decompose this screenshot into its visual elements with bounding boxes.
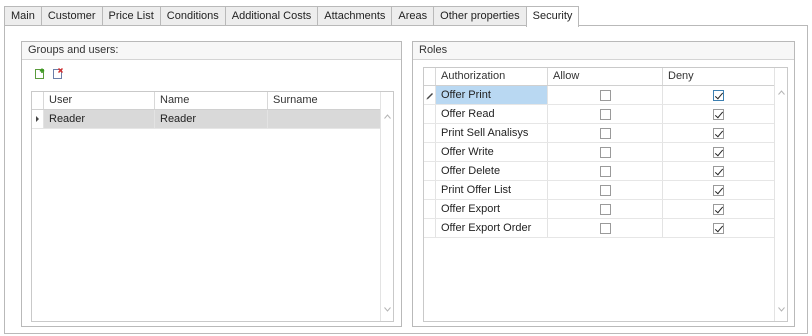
cell-authorization[interactable]: Offer Read	[436, 105, 548, 123]
deny-checkbox[interactable]	[713, 222, 724, 234]
roles-grid-body: Offer Print Offer Read Print Sell Analisys…	[424, 86, 787, 238]
deny-checkbox[interactable]	[713, 146, 724, 158]
row-indicator	[424, 219, 436, 237]
column-header-name[interactable]: Name	[155, 92, 268, 109]
allow-checkbox[interactable]	[599, 108, 611, 120]
deny-checkbox[interactable]	[713, 203, 724, 215]
tab-security[interactable]: Security	[525, 6, 580, 27]
allow-checkbox[interactable]	[599, 165, 611, 177]
cell-allow	[548, 124, 663, 142]
tab-strip: Main Customer Price List Conditions Addi…	[4, 6, 580, 27]
roles-scrollbar[interactable]	[774, 68, 787, 321]
cell-authorization[interactable]: Offer Export Order	[436, 219, 548, 237]
cell-allow	[548, 162, 663, 180]
table-row[interactable]: Offer Delete	[424, 162, 787, 181]
table-row[interactable]: Reader Reader	[32, 110, 393, 129]
tab-price-list[interactable]: Price List	[101, 6, 160, 26]
scroll-up-icon[interactable]	[778, 89, 785, 96]
row-pointer-icon	[36, 116, 39, 122]
row-indicator	[424, 124, 436, 142]
cell-allow	[548, 143, 663, 161]
users-scrollbar[interactable]	[380, 92, 393, 321]
add-group-icon[interactable]	[34, 68, 46, 80]
deny-checkbox[interactable]	[713, 89, 724, 101]
deny-checkbox[interactable]	[713, 108, 724, 120]
scroll-down-icon[interactable]	[384, 306, 391, 313]
groups-panel-title: Groups and users:	[22, 42, 401, 60]
row-indicator	[424, 162, 436, 180]
cell-deny	[663, 124, 775, 142]
cell-allow	[548, 200, 663, 218]
allow-checkbox[interactable]	[599, 184, 611, 196]
cell-deny	[663, 143, 775, 161]
roles-panel: Roles Authorization Allow Deny Offer Pri…	[412, 41, 795, 327]
cell-authorization[interactable]: Offer Export	[436, 200, 548, 218]
row-indicator	[424, 200, 436, 218]
allow-checkbox[interactable]	[599, 89, 611, 101]
cell-authorization[interactable]: Offer Print	[436, 86, 548, 104]
tab-areas[interactable]: Areas	[391, 6, 434, 26]
table-row[interactable]: Print Offer List	[424, 181, 787, 200]
cell-deny	[663, 86, 775, 104]
cell-allow	[548, 219, 663, 237]
cell-authorization[interactable]: Print Sell Analisys	[436, 124, 548, 142]
header-indicator	[32, 92, 44, 109]
column-header-authorization[interactable]: Authorization	[436, 68, 548, 85]
row-indicator	[424, 143, 436, 161]
table-row[interactable]: Offer Write	[424, 143, 787, 162]
cell-deny	[663, 162, 775, 180]
allow-checkbox[interactable]	[599, 127, 611, 139]
column-header-allow[interactable]: Allow	[548, 68, 663, 85]
groups-toolbar	[34, 68, 64, 80]
cell-deny	[663, 181, 775, 199]
users-grid-header: User Name Surname	[32, 92, 393, 110]
row-indicator	[424, 181, 436, 199]
cell-authorization[interactable]: Print Offer List	[436, 181, 548, 199]
cell-user[interactable]: Reader	[44, 110, 155, 128]
cell-allow	[548, 105, 663, 123]
table-row[interactable]: Print Sell Analisys	[424, 124, 787, 143]
cell-deny	[663, 219, 775, 237]
remove-group-icon[interactable]	[52, 68, 64, 80]
cell-allow	[548, 181, 663, 199]
column-header-surname[interactable]: Surname	[268, 92, 382, 109]
cell-authorization[interactable]: Offer Delete	[436, 162, 548, 180]
roles-panel-title: Roles	[413, 42, 794, 60]
tab-attachments[interactable]: Attachments	[317, 6, 392, 26]
edit-pencil-icon	[426, 93, 433, 100]
cell-name[interactable]: Reader	[155, 110, 268, 128]
column-header-deny[interactable]: Deny	[663, 68, 775, 85]
cell-allow	[548, 86, 663, 104]
users-grid: User Name Surname Reader Reader	[31, 91, 394, 322]
header-indicator	[424, 68, 436, 85]
allow-checkbox[interactable]	[599, 146, 611, 158]
row-indicator	[32, 110, 44, 128]
tab-additional-costs[interactable]: Additional Costs	[224, 6, 318, 26]
row-indicator	[424, 86, 436, 104]
tab-conditions[interactable]: Conditions	[159, 6, 225, 26]
deny-checkbox[interactable]	[713, 165, 724, 177]
tab-customer[interactable]: Customer	[40, 6, 102, 26]
groups-and-users-panel: Groups and users: User Name Surname Read…	[21, 41, 402, 327]
cell-surname[interactable]	[268, 110, 382, 128]
cell-authorization[interactable]: Offer Write	[436, 143, 548, 161]
allow-checkbox[interactable]	[599, 203, 611, 215]
allow-checkbox[interactable]	[599, 222, 611, 234]
column-header-user[interactable]: User	[44, 92, 155, 109]
roles-grid-header: Authorization Allow Deny	[424, 68, 787, 86]
deny-checkbox[interactable]	[713, 127, 724, 139]
scroll-down-icon[interactable]	[778, 306, 785, 313]
tab-main[interactable]: Main	[4, 6, 41, 26]
table-row[interactable]: Offer Print	[424, 86, 787, 105]
cell-deny	[663, 105, 775, 123]
row-indicator	[424, 105, 436, 123]
scroll-up-icon[interactable]	[384, 113, 391, 120]
table-row[interactable]: Offer Export Order	[424, 219, 787, 238]
table-row[interactable]: Offer Read	[424, 105, 787, 124]
roles-grid: Authorization Allow Deny Offer Print Offe…	[423, 67, 788, 322]
table-row[interactable]: Offer Export	[424, 200, 787, 219]
tab-other-properties[interactable]: Other properties	[433, 6, 526, 26]
deny-checkbox[interactable]	[713, 184, 724, 196]
cell-deny	[663, 200, 775, 218]
